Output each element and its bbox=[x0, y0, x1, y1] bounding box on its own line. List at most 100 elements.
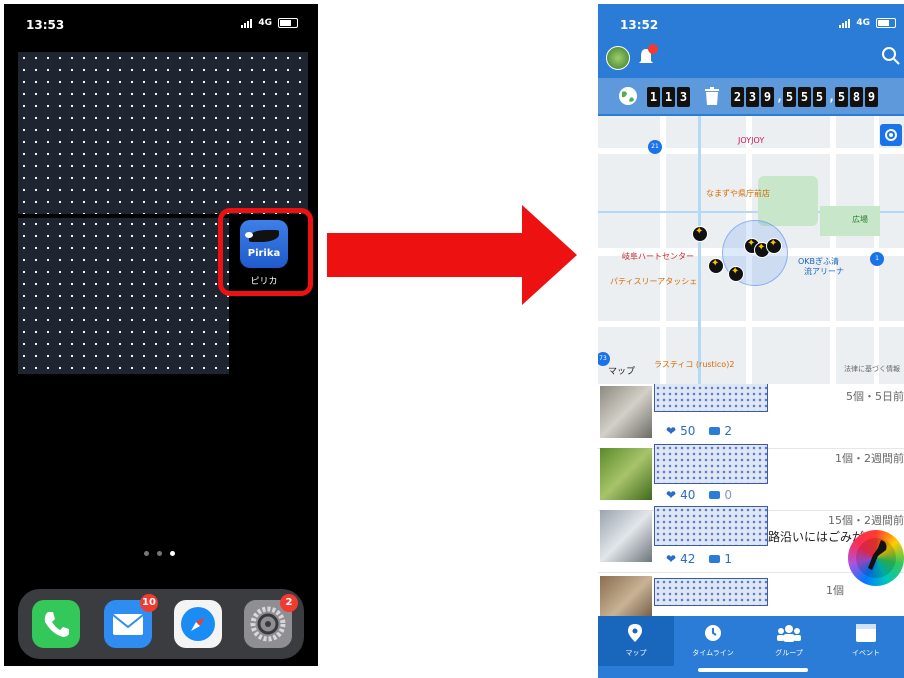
pirika-app-screen: 13:52 4G 113 2 3 9 , 5 5 5 , 5 8 9 JOYJO… bbox=[598, 4, 904, 678]
tab-timeline[interactable]: タイムライン bbox=[675, 616, 751, 666]
trash-pin[interactable] bbox=[766, 238, 782, 254]
counter-digit: 8 bbox=[850, 87, 863, 107]
counter-digit: 3 bbox=[746, 87, 759, 107]
map-label-patisserie: パティスリーアタッシェ bbox=[610, 277, 698, 286]
feed-stats: ❤ 40 0 bbox=[666, 488, 732, 502]
feed-photo[interactable] bbox=[600, 510, 652, 562]
counter-separator: , bbox=[828, 90, 836, 104]
calendar-icon bbox=[856, 624, 876, 642]
comment-count: 0 bbox=[724, 488, 732, 502]
feed-meta: 15個・2週間前 bbox=[828, 514, 904, 527]
page-dot-active bbox=[170, 551, 175, 556]
map-view[interactable]: JOYJOY なまずや県庁前店 広場 岐阜ハートセンター パティスリーアタッシェ… bbox=[598, 116, 904, 384]
tab-label: グループ bbox=[775, 649, 803, 657]
clock-icon bbox=[705, 625, 721, 641]
like-count: 40 bbox=[680, 488, 696, 502]
home-screen: 13:53 4G Pirika ピリカ 10 2 bbox=[4, 4, 318, 666]
status-bar: 13:53 4G bbox=[4, 4, 318, 44]
mail-badge: 10 bbox=[140, 594, 158, 612]
tab-map[interactable]: マップ bbox=[598, 616, 674, 666]
location-target-icon bbox=[885, 129, 897, 141]
widget-bottom-left[interactable] bbox=[18, 218, 229, 374]
comment-icon[interactable] bbox=[709, 427, 721, 435]
arrow-icon bbox=[327, 205, 577, 305]
redacted-username bbox=[654, 444, 768, 484]
page-dot bbox=[157, 551, 162, 556]
settings-badge: 2 bbox=[280, 594, 298, 612]
counter-digit: 5 bbox=[813, 87, 826, 107]
safari-app-icon[interactable] bbox=[174, 600, 222, 648]
redacted-username bbox=[654, 506, 768, 546]
feed-stats: ❤ 50 2 bbox=[666, 424, 732, 438]
map-legal-link[interactable]: 法律に基づく情報 bbox=[844, 364, 900, 374]
redacted-username bbox=[654, 578, 768, 606]
counter-digit: 1 bbox=[662, 87, 675, 107]
heart-icon[interactable]: ❤ bbox=[666, 424, 676, 438]
tab-group[interactable]: グループ bbox=[751, 616, 827, 666]
counter-digit: 2 bbox=[731, 87, 744, 107]
comment-count: 1 bbox=[724, 552, 732, 566]
tab-label: タイムライン bbox=[692, 649, 734, 657]
battery-icon bbox=[278, 18, 298, 28]
feed-photo[interactable] bbox=[600, 448, 652, 500]
park-area bbox=[820, 206, 880, 236]
trash-counter: 239,555,589 bbox=[731, 86, 880, 107]
tab-event[interactable]: イベント bbox=[828, 616, 904, 666]
map-label-okb-arena: 流アリーナ bbox=[804, 267, 844, 276]
mail-app-icon[interactable]: 10 bbox=[104, 594, 158, 648]
status-time: 13:52 bbox=[620, 18, 659, 32]
locate-button[interactable] bbox=[880, 124, 902, 146]
home-indicator bbox=[698, 668, 808, 672]
avatar[interactable] bbox=[606, 46, 630, 70]
counter-digit: 5 bbox=[835, 87, 848, 107]
map-label-joyjoy: JOYJOY bbox=[738, 136, 765, 145]
phone-app-icon[interactable] bbox=[32, 600, 80, 648]
feed-meta: 1個 bbox=[826, 584, 844, 597]
tab-label: マップ bbox=[625, 649, 647, 657]
counter-digit: 3 bbox=[677, 87, 690, 107]
redacted-username bbox=[654, 384, 768, 412]
camera-fab-button[interactable] bbox=[848, 530, 904, 586]
signal-icon bbox=[839, 18, 851, 28]
dock: 10 2 bbox=[18, 589, 304, 659]
like-count: 42 bbox=[680, 552, 696, 566]
bell-icon[interactable] bbox=[638, 44, 658, 66]
feed-photo[interactable] bbox=[600, 576, 652, 616]
network-type: 4G bbox=[856, 18, 870, 28]
feed-photo[interactable] bbox=[600, 386, 652, 438]
feed-item[interactable]: 1個・2週間前 ❤ 40 0 bbox=[598, 444, 904, 511]
map-label-plaza: 広場 bbox=[852, 215, 868, 224]
comment-icon[interactable] bbox=[709, 555, 721, 563]
trash-pin[interactable] bbox=[728, 266, 744, 282]
map-pin-icon bbox=[628, 624, 642, 642]
counter-digit: 5 bbox=[798, 87, 811, 107]
trash-icon bbox=[705, 87, 719, 105]
heart-icon[interactable]: ❤ bbox=[666, 488, 676, 502]
map-label-rustico: ラスティコ (rustico)2 bbox=[654, 360, 735, 369]
trash-pin[interactable] bbox=[708, 258, 724, 274]
comment-count: 2 bbox=[724, 424, 732, 438]
participant-counter: 113 bbox=[647, 86, 692, 107]
counter-digit: 1 bbox=[647, 87, 660, 107]
widget-top[interactable] bbox=[18, 52, 308, 214]
heart-icon[interactable]: ❤ bbox=[666, 552, 676, 566]
page-indicator[interactable] bbox=[144, 551, 175, 556]
counter-digit: 9 bbox=[865, 87, 878, 107]
search-icon[interactable] bbox=[881, 46, 901, 66]
like-count: 50 bbox=[680, 424, 696, 438]
counter-separator: , bbox=[776, 90, 784, 104]
feed-meta: 5個・5日前 bbox=[846, 390, 904, 403]
compass-icon bbox=[181, 607, 215, 641]
map-tab-label: マップ bbox=[608, 367, 636, 377]
park-area bbox=[758, 176, 818, 226]
globe-icon bbox=[619, 87, 637, 105]
feed-item[interactable]: 5個・5日前 ❤ 50 2 bbox=[598, 384, 904, 449]
settings-app-icon[interactable]: 2 bbox=[244, 594, 298, 648]
comment-icon[interactable] bbox=[709, 491, 721, 499]
app-header: 13:52 4G 113 2 3 9 , 5 5 5 , 5 8 9 bbox=[598, 4, 904, 116]
trash-pin[interactable] bbox=[692, 226, 708, 242]
signal-icon bbox=[241, 18, 253, 28]
map-label-gifu-heart: 岐阜ハートセンター bbox=[622, 252, 694, 261]
tab-label: イベント bbox=[852, 649, 880, 657]
feed-meta: 1個・2週間前 bbox=[835, 452, 904, 465]
